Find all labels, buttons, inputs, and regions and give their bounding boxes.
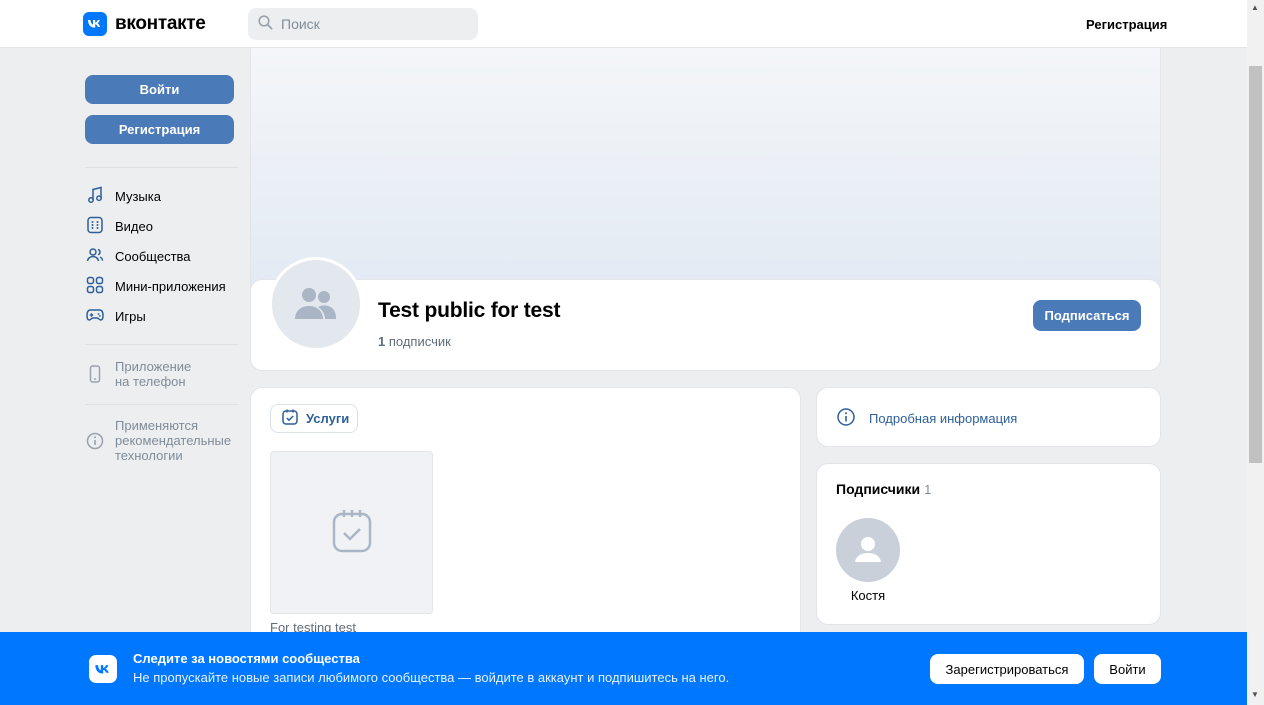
sidebar-phone-app[interactable]: Приложение на телефон <box>85 359 191 389</box>
tab-services-label: Услуги <box>306 411 350 426</box>
sidebar-item-label: Музыка <box>115 188 161 204</box>
community-cover <box>250 48 1161 288</box>
details-link[interactable]: Подробная информация <box>836 407 1017 430</box>
calendar-check-icon <box>281 408 299 429</box>
top-bar: вконтакте Регистрация <box>0 0 1247 48</box>
sidebar-item-label: Видео <box>115 218 153 234</box>
service-item-thumbnail[interactable] <box>270 451 433 614</box>
search-icon <box>258 15 273 33</box>
group-users-icon <box>292 285 340 324</box>
video-icon <box>85 215 105 238</box>
rec-line-1: Применяются <box>115 418 199 433</box>
community-name: Test public for test <box>378 299 561 322</box>
subscribers-title-text: Подписчики <box>836 481 921 497</box>
sidebar-item-label: Мини-приложения <box>115 278 226 294</box>
subscribe-button[interactable]: Подписаться <box>1033 300 1141 331</box>
vk-logo-icon <box>89 655 117 683</box>
community-header-card <box>250 279 1161 371</box>
banner-text: Не пропускайте новые записи любимого соо… <box>133 670 730 685</box>
rec-line-2: рекомендательные <box>115 433 232 448</box>
sidebar-login-button[interactable]: Войти <box>85 75 234 104</box>
search-input[interactable] <box>281 16 471 32</box>
sidebar-item-label: Игры <box>115 308 146 324</box>
vk-logo-text: вконтакте <box>115 13 206 34</box>
sidebar-recommendations-note[interactable]: Применяются рекомендательные технологии <box>85 418 231 463</box>
phone-app-label: Приложение на телефон <box>115 359 191 389</box>
banner-title: Следите за новостями сообщества <box>133 651 360 666</box>
info-circle-icon <box>85 431 105 454</box>
vk-logo-icon <box>83 12 107 36</box>
vk-logo[interactable]: вконтакте <box>83 12 206 36</box>
subscriber-count-word: подписчик <box>388 334 451 349</box>
scroll-down-arrow-icon[interactable]: ▼ <box>1251 690 1259 699</box>
scroll-up-arrow-icon[interactable]: ▲ <box>1251 3 1259 12</box>
community-avatar[interactable] <box>269 257 363 351</box>
subscribers-title[interactable]: Подписчики 1 <box>836 481 931 497</box>
tab-services[interactable]: Услуги <box>270 404 358 433</box>
sidebar-item-music[interactable]: Музыка <box>85 184 161 208</box>
sidebar-divider <box>85 344 239 345</box>
sidebar-item-label: Сообщества <box>115 248 191 264</box>
phone-app-line-1: Приложение <box>115 359 192 374</box>
user-icon <box>851 532 885 569</box>
banner-register-button[interactable]: Зарегистрироваться <box>930 654 1084 684</box>
scrollbar-thumb[interactable] <box>1249 66 1262 463</box>
sidebar-item-communities[interactable]: Сообщества <box>85 244 191 268</box>
subscribers-title-count: 1 <box>924 482 932 497</box>
info-circle-icon <box>836 407 856 430</box>
communities-icon <box>85 245 105 268</box>
banner-login-button[interactable]: Войти <box>1094 654 1161 684</box>
register-link[interactable]: Регистрация <box>1086 17 1167 32</box>
apps-icon <box>85 275 105 298</box>
avatar[interactable] <box>836 518 900 582</box>
sidebar-item-games[interactable]: Игры <box>85 304 146 328</box>
recommendations-label: Применяются рекомендательные технологии <box>115 418 231 463</box>
sidebar-item-mini-apps[interactable]: Мини-приложения <box>85 274 226 298</box>
calendar-check-icon <box>332 509 372 556</box>
phone-icon <box>85 364 105 387</box>
games-icon <box>85 305 105 328</box>
search-box[interactable] <box>248 8 478 40</box>
rec-line-3: технологии <box>115 448 183 463</box>
member-name[interactable]: Костя <box>836 588 900 603</box>
subscriber-count-number: 1 <box>378 334 386 349</box>
phone-app-line-2: на телефон <box>115 374 186 389</box>
sidebar-divider <box>85 404 239 405</box>
subscriber-count[interactable]: 1 подписчик <box>378 334 451 349</box>
sidebar-register-button[interactable]: Регистрация <box>85 115 234 144</box>
music-icon <box>85 185 105 208</box>
details-link-label: Подробная информация <box>869 411 1018 426</box>
sidebar-divider <box>85 167 239 168</box>
sidebar-item-video[interactable]: Видео <box>85 214 153 238</box>
page-scrollbar[interactable]: ▲ ▼ <box>1247 0 1264 705</box>
